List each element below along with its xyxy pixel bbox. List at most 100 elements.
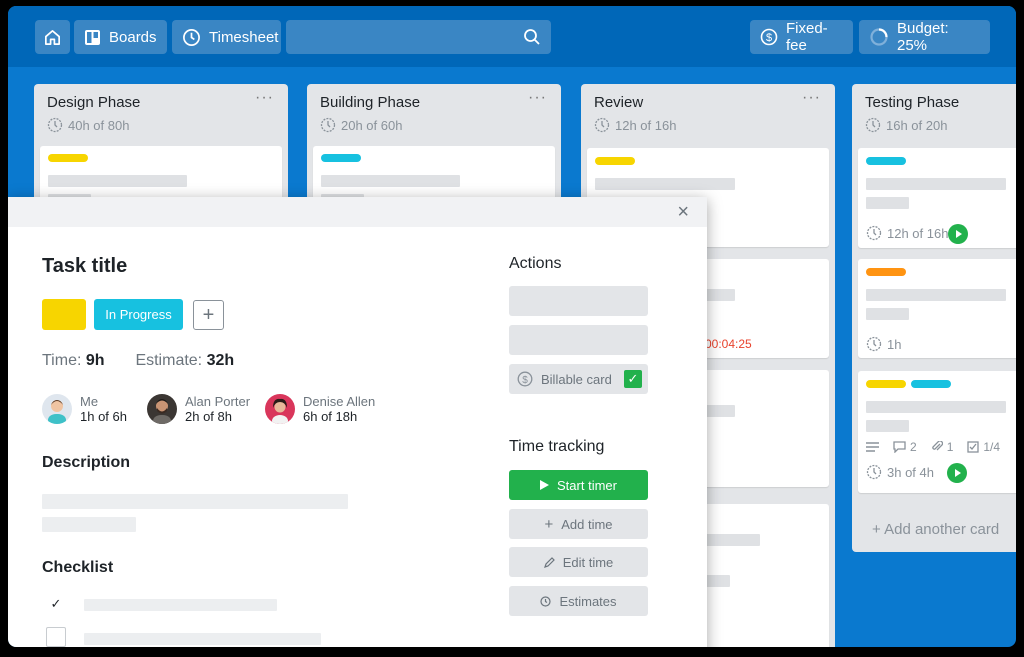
action-button[interactable] — [509, 286, 648, 316]
task-card[interactable] — [313, 146, 555, 204]
estimate-value: 32h — [206, 352, 235, 369]
card-time: 12h of 16h — [866, 225, 948, 241]
paperclip-icon — [931, 441, 943, 451]
member-hours: 6h of 18h — [303, 409, 358, 424]
member-name: Denise Allen — [303, 394, 376, 409]
board-app: Boards Timesheet $ Fixed-fee Budget: 25%… — [8, 6, 1016, 647]
clock-icon — [183, 28, 200, 46]
list-design-phase: Design Phase ··· 40h of 80h — [34, 84, 288, 204]
member[interactable]: Me 1h of 6h — [42, 394, 127, 424]
top-bar: Boards Timesheet $ Fixed-fee Budget: 25% — [8, 6, 1016, 67]
label-tag — [866, 157, 906, 165]
description-placeholder[interactable] — [42, 494, 348, 509]
placeholder-line — [866, 289, 1006, 301]
stopwatch-icon — [320, 117, 336, 133]
timesheet-label: Timesheet — [209, 28, 279, 46]
pencil-icon — [543, 556, 555, 568]
list-testing-phase: Testing Phase 16h of 20h 12h of 16h 1h 2… — [852, 84, 1016, 552]
member[interactable]: Denise Allen 6h of 18h — [265, 394, 375, 424]
list-hours: 12h of 16h — [594, 117, 676, 133]
action-button[interactable] — [509, 325, 648, 355]
play-timer-button[interactable] — [947, 463, 967, 483]
member-name: Me — [80, 394, 99, 409]
budget-progress-ring — [870, 28, 888, 46]
task-modal: × Task title In Progress + Time: 9h Esti… — [8, 197, 707, 647]
task-card[interactable]: 12h of 16h — [858, 148, 1016, 248]
list-menu-icon[interactable]: ··· — [802, 89, 821, 107]
placeholder-line — [321, 175, 460, 187]
list-title: Design Phase — [47, 94, 141, 111]
budget-button[interactable]: Budget: 25% — [859, 20, 990, 54]
plus-icon: + — [544, 515, 554, 533]
close-button[interactable]: × — [677, 201, 689, 224]
checkbox-icon — [967, 441, 980, 453]
play-timer-button[interactable] — [948, 224, 968, 244]
running-timer: 00:04:25 — [705, 337, 752, 351]
time-tracking-title: Time tracking — [509, 438, 605, 455]
clock-icon — [540, 595, 552, 607]
card-meta: 2 1 1/4 — [866, 440, 1000, 454]
label-tag — [48, 154, 88, 162]
attachments-count: 1 — [931, 440, 953, 454]
stopwatch-icon — [47, 117, 63, 133]
list-title: Building Phase — [320, 94, 421, 111]
card-time: 3h of 4h — [866, 464, 934, 480]
start-timer-button[interactable]: Start timer — [509, 470, 648, 500]
member-hours: 2h of 8h — [185, 409, 232, 424]
add-card-button[interactable]: + Add another card — [872, 521, 999, 538]
add-label-button[interactable]: + — [193, 300, 224, 330]
placeholder-line — [705, 575, 730, 587]
list-hours: 20h of 60h — [320, 117, 402, 133]
description-placeholder[interactable] — [42, 517, 136, 532]
list-hours: 40h of 80h — [47, 117, 129, 133]
placeholder-line — [866, 308, 909, 320]
list-title: Review — [594, 94, 644, 111]
member-hours: 1h of 6h — [80, 409, 127, 424]
checklist-count: 1/4 — [967, 440, 1000, 454]
avatar — [265, 394, 295, 424]
estimate-label: Estimate: — [135, 352, 203, 369]
fixed-fee-label: Fixed-fee — [786, 20, 828, 54]
list-menu-icon[interactable]: ··· — [255, 89, 274, 107]
fixed-fee-button[interactable]: $ Fixed-fee — [750, 20, 853, 54]
avatar — [42, 394, 72, 424]
label-tag[interactable] — [42, 299, 86, 330]
status-badge[interactable]: In Progress — [94, 299, 183, 330]
dollar-circle-icon: $ — [517, 371, 533, 387]
stopwatch-icon — [866, 336, 882, 352]
label-tag — [595, 157, 635, 165]
task-card[interactable]: 2 1 1/4 3h of 4h — [858, 371, 1016, 493]
boards-button[interactable]: Boards — [74, 20, 167, 54]
add-time-button[interactable]: + Add time — [509, 509, 648, 539]
checklist-checkbox-checked[interactable]: ✓ — [46, 594, 66, 614]
edit-time-button[interactable]: Edit time — [509, 547, 648, 577]
modal-header: × — [8, 197, 707, 227]
checklist-checkbox[interactable] — [46, 627, 66, 647]
task-title[interactable]: Task title — [42, 255, 127, 278]
task-card[interactable] — [40, 146, 282, 204]
search-icon — [524, 29, 540, 45]
placeholder-line — [705, 405, 735, 417]
time-summary: Time: 9h Estimate: 32h — [42, 352, 234, 370]
boards-icon — [85, 29, 100, 45]
list-building-phase: Building Phase ··· 20h of 60h — [307, 84, 561, 204]
label-tag — [866, 380, 906, 388]
list-menu-icon[interactable]: ··· — [528, 89, 547, 107]
comment-icon — [893, 441, 906, 453]
comments-count: 2 — [893, 440, 917, 454]
member[interactable]: Alan Porter 2h of 8h — [147, 394, 250, 424]
estimates-button[interactable]: Estimates — [509, 586, 648, 616]
timesheet-button[interactable]: Timesheet — [172, 20, 281, 54]
billable-card-toggle[interactable]: $ Billable card ✓ — [509, 364, 648, 394]
stopwatch-icon — [594, 117, 610, 133]
card-time: 1h — [866, 336, 901, 352]
search-input[interactable] — [286, 20, 551, 54]
boards-label: Boards — [109, 28, 157, 46]
home-button[interactable] — [35, 20, 70, 54]
task-card[interactable]: 1h — [858, 259, 1016, 358]
label-tag — [866, 268, 906, 276]
time-value: 9h — [85, 352, 105, 369]
billable-checkbox[interactable]: ✓ — [624, 370, 642, 388]
label-tag — [321, 154, 361, 162]
actions-title: Actions — [509, 255, 562, 272]
